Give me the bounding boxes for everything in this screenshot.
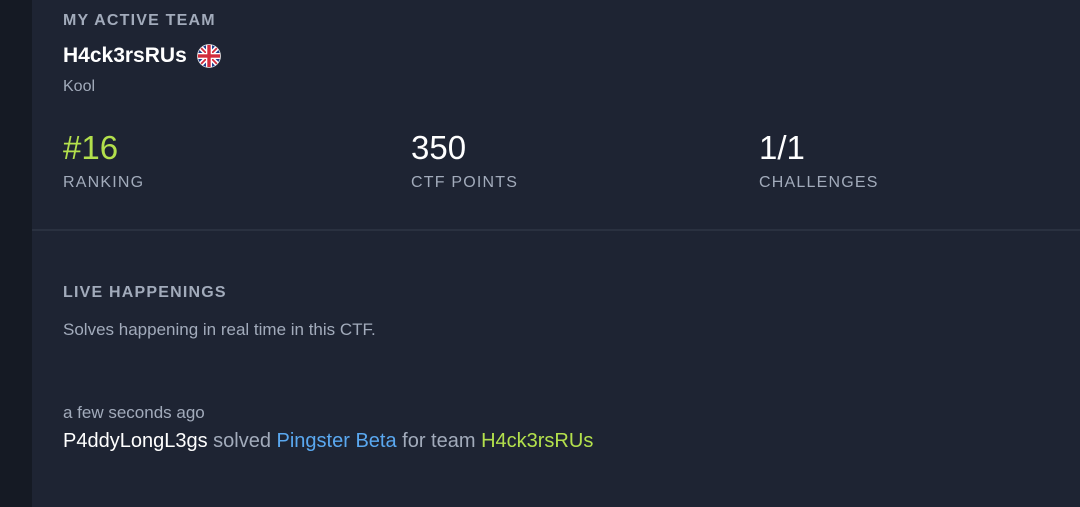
event-connector: for team <box>396 430 482 452</box>
live-happenings-description: Solves happening in real time in this CT… <box>63 320 376 339</box>
event-challenge-link[interactable]: Pingster Beta <box>277 430 397 452</box>
event-verb: solved <box>207 430 277 452</box>
live-happenings-section-label: LIVE HAPPENINGS <box>63 284 227 301</box>
event-user-link[interactable]: P4ddyLongL3gs <box>63 430 208 452</box>
left-sidebar-rail <box>0 0 32 507</box>
ctf-dashboard-panel: MY ACTIVE TEAM H4ck3rsRUs Kool #16 RANKI… <box>32 0 1080 507</box>
event-timestamp: a few seconds ago <box>63 403 205 422</box>
challenges-value: 1/1 <box>759 129 805 166</box>
ranking-value: #16 <box>63 129 119 166</box>
ctf-points-value: 350 <box>411 129 467 166</box>
ranking-label: RANKING <box>63 174 145 191</box>
event-team-link[interactable]: H4ck3rsRUs <box>481 430 593 452</box>
challenges-label: CHALLENGES <box>759 174 879 191</box>
team-header: H4ck3rsRUs <box>63 44 221 68</box>
section-divider <box>32 229 1080 231</box>
event-item: P4ddyLongL3gs solved Pingster Beta for t… <box>63 430 593 453</box>
active-team-section-label: MY ACTIVE TEAM <box>63 12 216 29</box>
uk-flag-icon <box>196 44 221 68</box>
team-name[interactable]: H4ck3rsRUs <box>63 44 187 68</box>
stat-ctf-points: 350 CTF POINTS <box>411 128 518 192</box>
stat-ranking: #16 RANKING <box>63 128 144 192</box>
ctf-points-label: CTF POINTS <box>411 174 519 191</box>
stat-challenges: 1/1 CHALLENGES <box>759 128 879 192</box>
team-subtitle: Kool <box>63 78 96 95</box>
